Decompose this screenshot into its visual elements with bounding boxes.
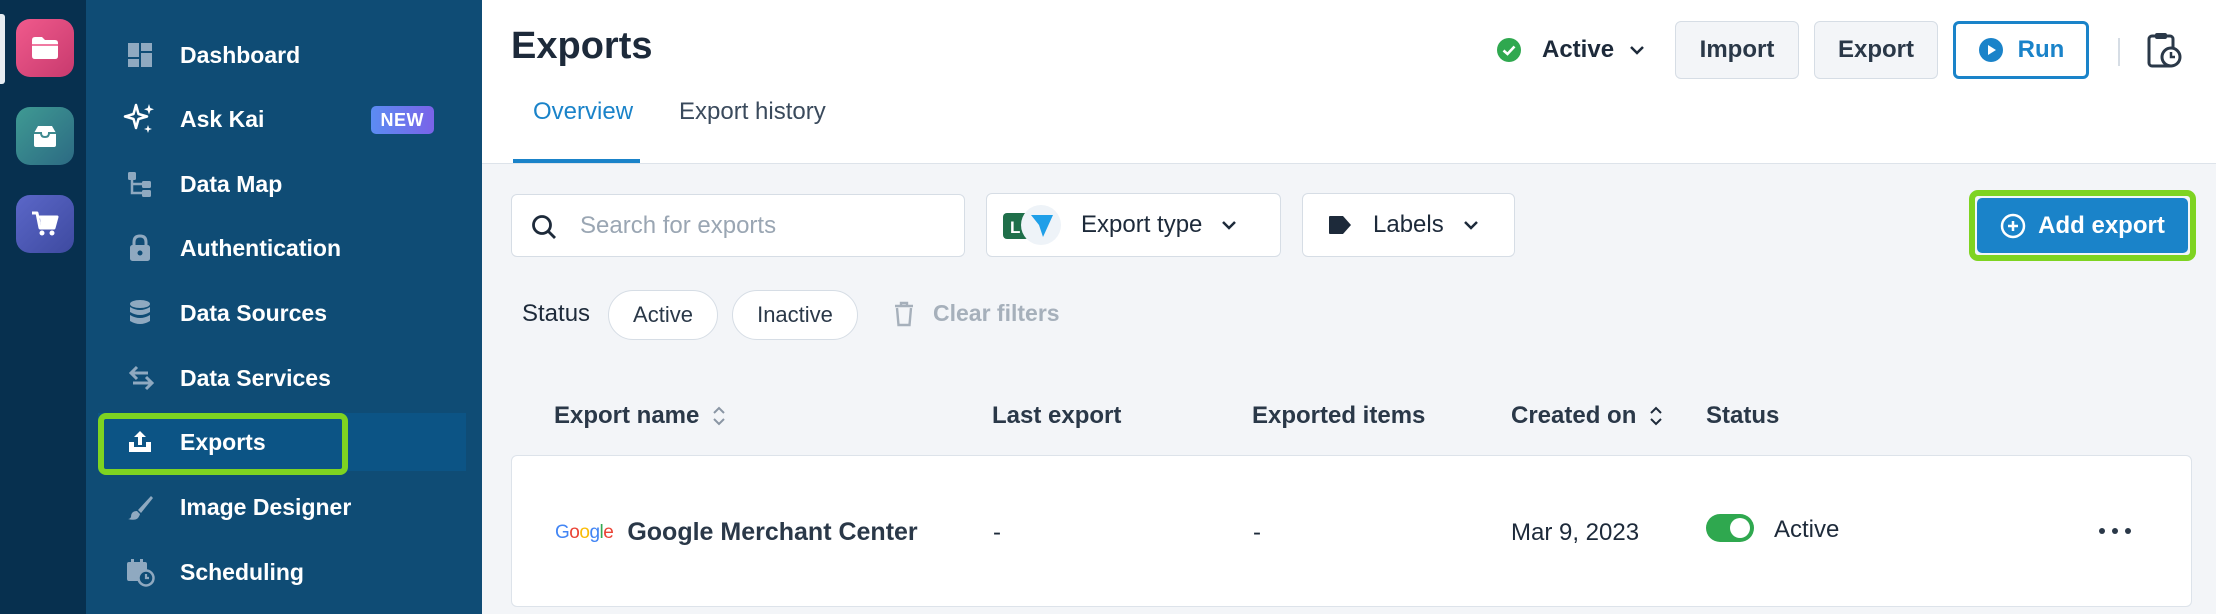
more-options-icon[interactable] [2099,518,2131,544]
sidebar-item-label: Image Designer [180,493,352,520]
database-icon [120,293,160,333]
status-dropdown[interactable]: Active [1496,30,1646,70]
swap-arrows-icon [120,358,160,398]
status-filter-label: Status [522,300,591,327]
column-header-label: Export name [554,402,700,429]
sidebar-item-label: Authentication [180,234,341,261]
highlight-frame-exports [98,413,348,475]
column-header-last-export: Last export [992,402,1121,430]
sidebar-item-data-map[interactable]: Data Map [98,155,546,213]
app-switch-shop[interactable] [16,195,74,253]
chevron-down-icon [1463,221,1478,230]
page-title: Exports [511,25,653,67]
sort-icon [1650,406,1663,426]
toggle-knob [1730,518,1750,538]
created-on-cell: Mar 9, 2023 [1511,519,1640,546]
dashboard-icon [120,35,160,75]
sidebar-item-authentication[interactable]: Authentication [98,219,546,277]
sidebar-item-scheduling[interactable]: Scheduling [98,543,546,601]
trash-icon [895,301,913,326]
rail-active-indicator [0,14,5,84]
column-header-created-on[interactable]: Created on [1511,402,1664,430]
header-divider [2118,38,2120,66]
sidebar-item-label: Scheduling [180,558,304,585]
calendar-clock-icon [120,552,160,592]
page-header: Exports Overview Export history Active I… [482,0,2216,164]
labels-label: Labels [1373,211,1444,238]
column-header-export-name[interactable]: Export name [554,402,727,430]
column-header-status: Status [1706,402,1779,430]
column-header-label: Exported items [1252,402,1426,429]
chevron-down-icon [1630,46,1644,55]
export-button[interactable]: Export [1814,21,1938,79]
sidebar-item-label: Dashboard [180,41,301,68]
sidebar-item-ask-kai[interactable]: Ask Kai NEW [98,90,546,148]
export-name: Google Merchant Center [627,518,918,546]
sparkle-icon [120,99,160,139]
add-export-label: Add export [2038,211,2165,239]
active-tab-underline [513,159,640,163]
sidebar-item-label: Data Services [180,364,331,391]
chevron-down-icon [1222,221,1237,230]
sidebar-item-image-designer[interactable]: Image Designer [98,478,546,536]
run-button[interactable]: Run [1953,21,2089,79]
tab-overview[interactable]: Overview [533,98,633,126]
app-rail [0,0,86,614]
search-input[interactable] [580,207,950,245]
column-header-exported-items: Exported items [1252,402,1425,430]
clipboard-clock-icon[interactable] [2144,30,2184,70]
export-type-label: Export type [1081,211,1203,238]
sort-icon [713,406,726,426]
search-box[interactable] [511,194,965,257]
lock-icon [120,228,160,268]
add-export-button[interactable]: Add export [1977,198,2188,253]
status-cell: Active [1774,516,1840,543]
status-chip-active[interactable]: Active [608,290,718,340]
run-label: Run [2017,36,2065,63]
export-type-icon: L [1003,205,1061,245]
status-value: Active [1542,36,1615,63]
data-map-icon [120,164,160,204]
folder-icon [32,37,58,59]
export-name-cell[interactable]: Google Google Merchant Center [555,518,918,547]
sidebar-item-label: Ask Kai [180,105,265,132]
new-badge: NEW [370,106,434,134]
app-switch-inbox[interactable] [16,107,74,165]
clear-filters-label: Clear filters [933,300,1060,326]
sidebar-item-data-sources[interactable]: Data Sources [98,284,546,342]
brush-icon [120,487,160,527]
column-header-label: Status [1706,402,1780,429]
last-export-cell: - [993,519,1001,546]
import-button[interactable]: Import [1675,21,1799,79]
play-circle-icon [1978,38,2003,62]
google-logo: Google [555,521,614,543]
status-chip-inactive[interactable]: Inactive [732,290,858,340]
clear-filters-button[interactable]: Clear filters [893,300,1060,327]
sidebar-item-data-services[interactable]: Data Services [98,349,546,407]
cart-icon [32,211,59,236]
column-header-label: Created on [1511,402,1637,429]
search-icon [532,215,556,239]
tag-icon [1329,216,1351,234]
sidebar: Dashboard Ask Kai NEW Data Map Authentic… [86,0,482,614]
status-toggle[interactable] [1706,514,1754,542]
sidebar-item-label: Data Sources [180,299,328,326]
labels-dropdown[interactable]: Labels [1302,193,1515,257]
table-row[interactable]: Google Google Merchant Center - - Mar 9,… [511,455,2192,607]
sidebar-item-dashboard[interactable]: Dashboard [98,26,546,84]
plus-circle-icon [2000,213,2026,238]
export-type-dropdown[interactable]: L Export type [986,193,1281,257]
tab-export-history[interactable]: Export history [679,98,826,126]
sidebar-item-label: Data Map [180,170,283,197]
check-circle-icon [1497,38,1521,62]
exported-items-cell: - [1253,519,1261,546]
svg-text:L: L [1010,218,1020,237]
inbox-icon [34,126,56,147]
app-switch-folder[interactable] [16,19,74,77]
column-header-label: Last export [992,402,1122,429]
